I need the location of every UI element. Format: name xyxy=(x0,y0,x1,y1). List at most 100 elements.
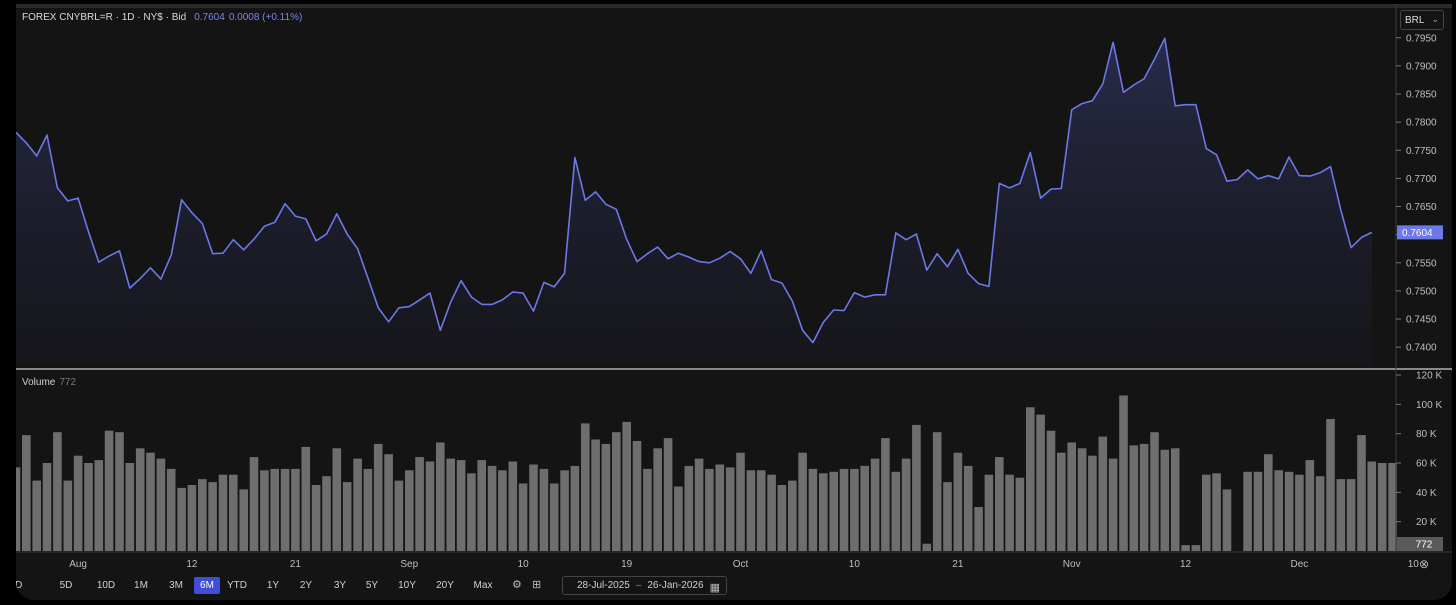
date-range-picker[interactable]: 28-Jul-2025–26-Jan-2026 ▦ xyxy=(562,576,727,595)
time-tick-label: 10 xyxy=(1408,559,1420,570)
volume-bar xyxy=(1150,432,1159,551)
volume-tick-label: 80 K xyxy=(1416,429,1437,440)
volume-bar xyxy=(850,468,859,551)
volume-bar xyxy=(1036,414,1045,551)
time-tick-label: Dec xyxy=(1291,559,1309,570)
price-tick-label: 0.7700 xyxy=(1406,174,1437,185)
calendar-icon: ▦ xyxy=(709,582,720,594)
volume-bar xyxy=(405,470,414,551)
volume-tick-label: 120 K xyxy=(1416,371,1442,382)
range-button-10d[interactable]: 10D xyxy=(92,577,120,594)
volume-tick-label: 60 K xyxy=(1416,459,1437,470)
range-button-3m[interactable]: 3M xyxy=(165,577,187,594)
volume-bar xyxy=(560,470,569,551)
volume-bar xyxy=(104,430,114,551)
time-tick-label: 21 xyxy=(952,559,964,570)
volume-bar xyxy=(332,448,342,551)
volume-bar xyxy=(135,448,145,551)
chart-header: FOREX CNYBRL=R · 1D · NY$ · Bid 0.7604 0.0… xyxy=(22,12,302,23)
volume-bar xyxy=(756,470,766,551)
volume-bar xyxy=(736,452,745,551)
volume-tag-label: 772 xyxy=(1416,540,1433,551)
volume-bar xyxy=(270,468,279,551)
volume-bar xyxy=(487,465,497,551)
volume-bar xyxy=(1295,474,1304,551)
volume-bar xyxy=(311,485,321,551)
volume-bar xyxy=(881,438,890,551)
volume-bar xyxy=(870,458,880,551)
volume-bar xyxy=(1098,436,1108,551)
volume-bar xyxy=(1181,545,1190,551)
volume-bar xyxy=(1336,479,1346,551)
volume-bar xyxy=(239,489,248,551)
volume-value: 772 xyxy=(59,377,77,388)
volume-bar xyxy=(1202,474,1211,551)
volume-bar xyxy=(229,474,238,551)
volume-bar xyxy=(1274,470,1283,551)
volume-bar xyxy=(456,460,466,551)
volume-bar xyxy=(715,464,725,551)
volume-bar xyxy=(674,486,683,551)
volume-bar xyxy=(1119,395,1128,551)
volume-bar xyxy=(115,432,124,551)
volume-bar xyxy=(1222,489,1232,551)
volume-bar xyxy=(208,482,217,551)
volume-bar xyxy=(63,480,73,551)
range-button-1y[interactable]: 1Y xyxy=(262,577,284,594)
range-button-1d[interactable]: 1D xyxy=(16,577,26,594)
volume-bar xyxy=(1046,430,1056,551)
range-button-5d[interactable]: 5D xyxy=(54,577,78,594)
last-price: 0.7604 xyxy=(194,12,225,23)
volume-bar xyxy=(146,452,155,551)
volume-bar xyxy=(1026,407,1035,551)
volume-bar xyxy=(518,483,528,551)
range-button-ytd[interactable]: YTD xyxy=(223,577,251,594)
price-volume-chart[interactable]: 0.7950 0.7900 0.7850 0.7800 0.7750 0.7700 0.76… xyxy=(16,4,1452,574)
price-area xyxy=(16,38,1372,365)
volume-bar xyxy=(684,465,694,551)
volume-bar xyxy=(1253,471,1263,551)
range-button-20y[interactable]: 20Y xyxy=(431,577,459,594)
volume-bar xyxy=(1377,463,1387,551)
volume-bar xyxy=(1243,471,1252,551)
volume-bar xyxy=(425,461,435,551)
last-price-tag-label: 0.7604 xyxy=(1402,228,1433,239)
range-button-5y[interactable]: 5Y xyxy=(361,577,383,594)
time-tick-label: Nov xyxy=(1063,559,1081,570)
volume-bar xyxy=(746,470,756,551)
volume-bar xyxy=(53,432,62,551)
volume-bar xyxy=(166,468,176,551)
volume-bar xyxy=(467,473,476,551)
reset-zoom-icon[interactable]: ⊗ xyxy=(1419,557,1429,571)
range-button-2y[interactable]: 2Y xyxy=(295,577,317,594)
volume-bar xyxy=(280,468,290,551)
volume-bar xyxy=(995,457,1004,551)
volume-bar xyxy=(301,446,311,551)
volume-bar xyxy=(415,457,424,551)
volume-tick-label: 40 K xyxy=(1416,488,1437,499)
range-button-max[interactable]: Max xyxy=(469,577,497,594)
volume-bar xyxy=(808,468,818,551)
price-tick-label: 0.7750 xyxy=(1406,146,1437,157)
range-button-3y[interactable]: 3Y xyxy=(329,577,351,594)
volume-tick-label: 100 K xyxy=(1416,400,1442,411)
chevron-down-icon: ⌄ xyxy=(1431,14,1439,24)
range-button-10y[interactable]: 10Y xyxy=(394,577,420,594)
bottom-toolbar: 1D 5D 10D 1M 3M 6MYTD 1Y 2Y 3Y 5Y 10Y 20Y Max xyxy=(16,574,1452,598)
time-tick-label: Aug xyxy=(69,559,87,570)
volume-bar xyxy=(798,452,807,551)
time-tick-label: Sep xyxy=(400,559,418,570)
time-tick-label: 10 xyxy=(518,559,530,570)
volume-bar xyxy=(601,443,611,551)
volume-bar xyxy=(953,452,963,551)
time-tick-label: 12 xyxy=(186,559,198,570)
compare-icon[interactable]: ⊞ xyxy=(532,578,541,591)
currency-selector[interactable]: BRL ⌄ xyxy=(1400,10,1444,30)
settings-icon[interactable]: ⚙ xyxy=(512,578,522,591)
volume-bar xyxy=(777,485,787,551)
volume-bar xyxy=(653,448,662,551)
volume-bar xyxy=(788,480,797,551)
volume-bar xyxy=(705,468,714,551)
range-button-6m[interactable]: 6M xyxy=(194,577,220,594)
range-button-1m[interactable]: 1M xyxy=(130,577,152,594)
